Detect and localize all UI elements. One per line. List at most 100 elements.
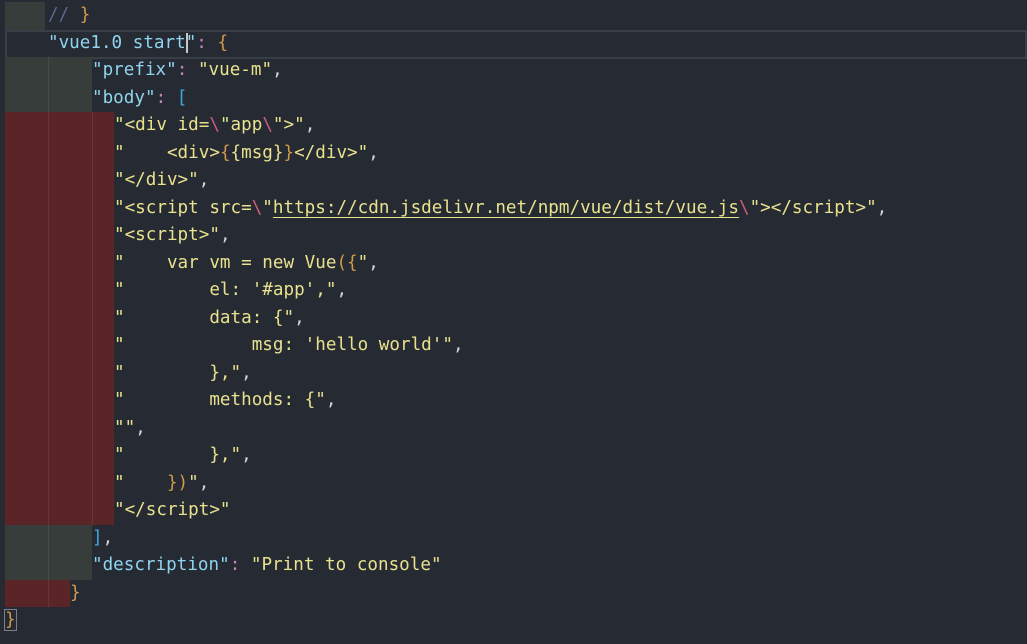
indent-divider [92,497,93,525]
code-token: } [4,609,17,631]
url-link[interactable]: https://cdn.jsdelivr.net/npm/vue/dist/vu… [273,198,739,218]
indent-divider [92,194,93,222]
code-token: , [368,142,379,163]
indent-divider [48,332,49,360]
code-line[interactable]: // } [0,2,1027,30]
code-token: , [325,390,337,410]
indent-divider [92,442,93,470]
code-text: " <div>{{msg}}</div>", [114,140,379,168]
code-token: " el: '#app'," [114,280,337,300]
code-token: "></script>" [749,197,877,218]
code-token: " [188,472,199,493]
code-text: "</script>" [114,497,231,525]
indent-divider [48,167,49,195]
code-token: "vue1.0 start [48,32,186,53]
code-token: : [155,87,177,108]
code-line[interactable]: " },", [0,442,1027,470]
code-token: : [176,60,198,80]
code-text: "", [114,415,146,443]
indent-guide [5,552,92,580]
code-text: ], [92,525,113,553]
indent-divider [48,139,49,167]
code-line[interactable]: "prefix": "vue-m", [0,57,1027,85]
code-text: " })", [114,470,209,498]
indent-error-highlight [5,249,114,277]
code-token: " data: {" [114,307,295,328]
code-line[interactable]: } [0,579,1027,607]
code-line[interactable]: "<script src=\"https://cdn.jsdelivr.net/… [0,194,1027,222]
code-token: "Print to console" [250,555,442,575]
code-line[interactable]: "description": "Print to console" [0,552,1027,580]
indent-error-highlight [5,387,114,415]
code-token: ] [92,527,103,548]
code-token: \ [262,115,273,135]
code-editor[interactable]: // } "vue1.0 start": {"prefix": "vue-m", "… [0,2,1027,635]
indent-divider [92,167,93,195]
code-line[interactable]: ], [0,524,1027,553]
code-text: " msg: 'hello world'", [114,332,464,360]
code-token: "description" [92,555,230,575]
code-token: \ [209,115,220,135]
code-line[interactable]: "vue1.0 start": { [0,29,1027,59]
indent-error-highlight [5,277,114,305]
code-token: </div>" [294,142,369,163]
indent-divider [92,414,93,442]
code-token: , [198,472,210,493]
code-token: , [198,170,210,190]
indent-divider [48,359,49,387]
code-token: , [368,252,379,273]
code-text: " },", [114,360,252,388]
indent-guide [5,57,92,85]
code-token: , [272,60,283,80]
indent-error-highlight [5,579,70,607]
code-token: " <div> [114,142,220,163]
code-line[interactable]: "body": [ [0,84,1027,112]
code-line[interactable]: } [0,607,1027,635]
code-line[interactable]: " methods: {", [0,387,1027,415]
code-line[interactable]: " })", [0,469,1027,498]
code-token: ">" [272,115,305,135]
code-token: } [70,582,81,603]
code-line[interactable]: "</script>" [0,497,1027,525]
code-token: , [876,197,888,218]
indent-error-highlight [5,194,114,222]
code-token: "body" [92,87,156,108]
code-token: " [357,252,369,273]
code-token: "vue-m" [197,60,273,80]
indent-divider [48,469,49,497]
code-line[interactable]: " data: {", [0,304,1027,332]
code-line[interactable]: " },", [0,359,1027,388]
code-line[interactable]: " msg: 'hello world'", [0,332,1027,360]
code-line[interactable]: "<script>", [0,222,1027,250]
code-token: , [294,307,305,328]
code-text: "prefix": "vue-m", [92,57,283,85]
indent-divider [48,414,49,442]
indent-guide [5,84,92,112]
code-token: {msg} [230,142,284,163]
code-text: "</div>", [114,167,209,195]
code-token: "<script src= [114,197,252,218]
code-line[interactable]: " el: '#app',", [0,277,1027,305]
code-line[interactable]: "<div id=\"app\">", [0,112,1027,140]
code-line[interactable]: "", [0,414,1027,443]
indent-divider [48,304,49,332]
code-token: }) [166,472,189,493]
code-token: : [229,555,251,575]
code-token: \ [738,197,750,218]
code-line[interactable]: " var vm = new Vue({", [0,249,1027,278]
code-token: " [114,472,167,493]
code-token: "<div id= [114,115,210,135]
code-token: } [79,5,91,25]
indent-divider [92,249,93,277]
code-line[interactable]: " <div>{{msg}}</div>", [0,139,1027,168]
indent-divider [48,387,49,415]
indent-divider [92,387,93,415]
code-text: " var vm = new Vue({", [114,250,379,278]
code-line[interactable]: "</div>", [0,167,1027,195]
indent-error-highlight [5,304,114,332]
code-token: } [283,142,295,163]
indent-divider [48,57,49,85]
code-token: // [48,5,80,25]
indent-error-highlight [5,469,114,497]
indent-divider [48,579,49,607]
